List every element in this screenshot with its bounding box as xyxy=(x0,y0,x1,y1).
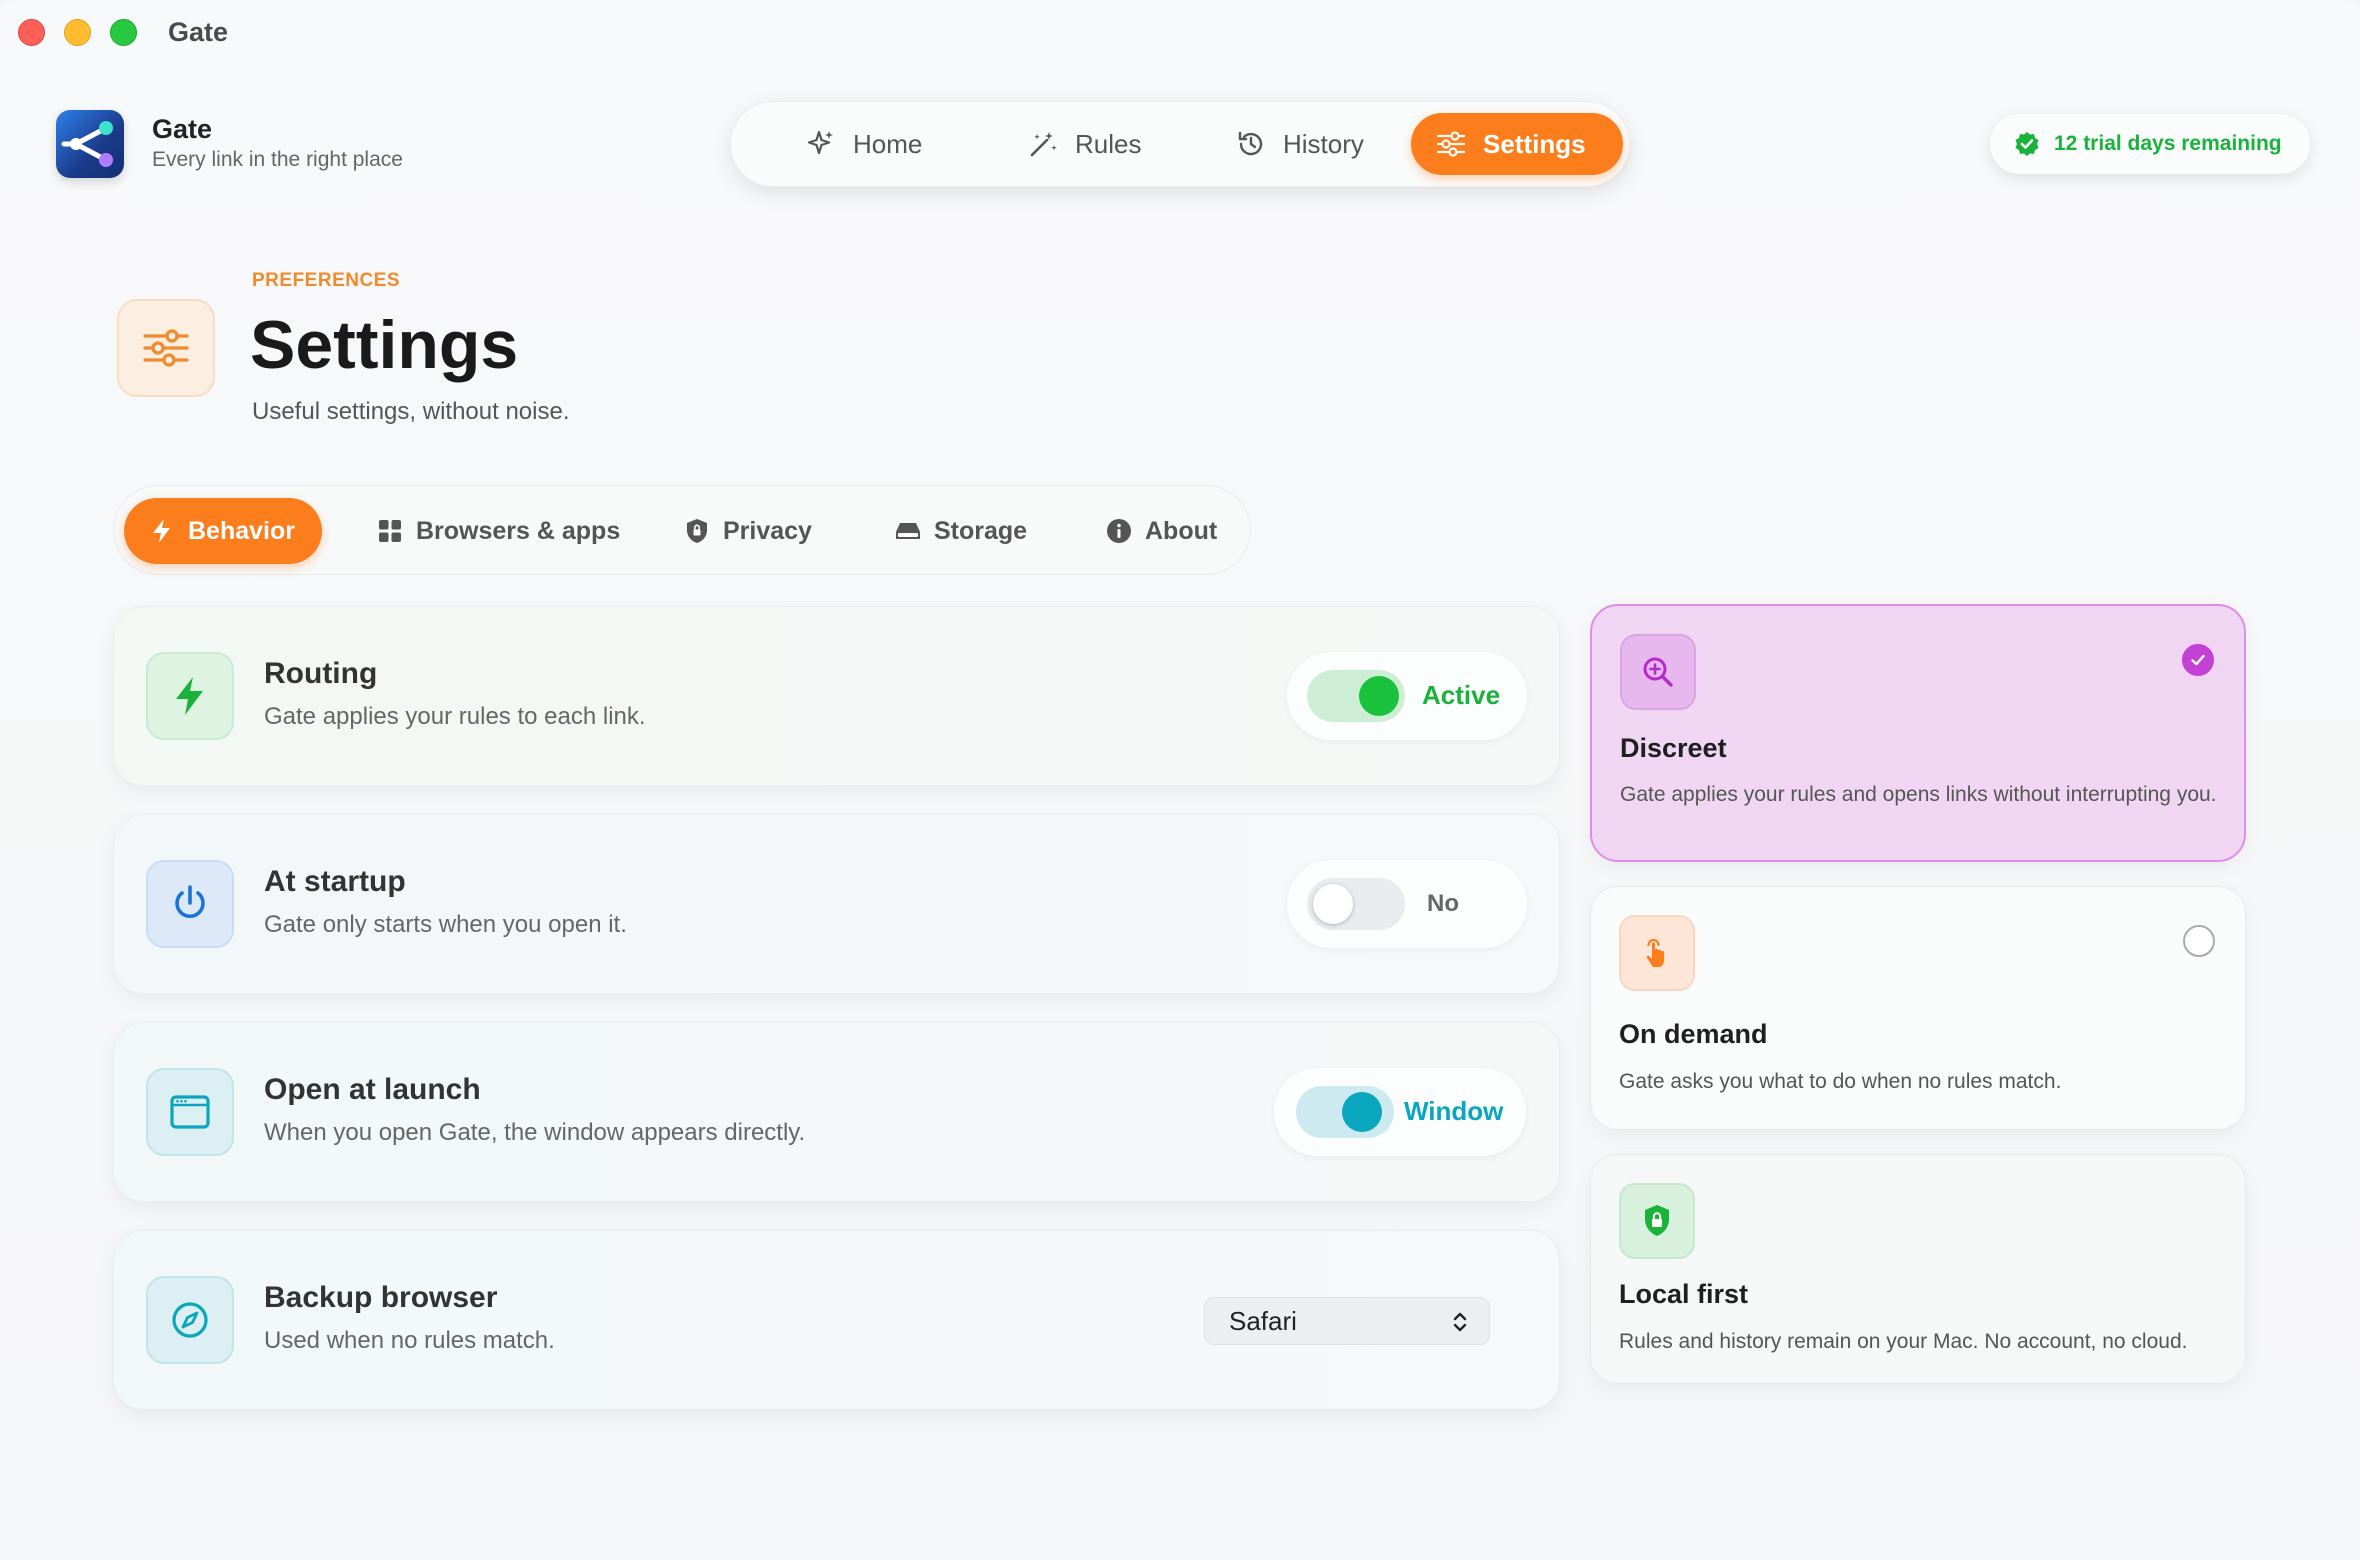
setting-description: Used when no rules match. xyxy=(264,1327,555,1354)
nav-settings-label: Settings xyxy=(1483,128,1586,159)
setting-description: When you open Gate, the window appears d… xyxy=(264,1119,806,1146)
nav-home-label: Home xyxy=(853,128,923,159)
bolt-icon xyxy=(176,677,203,715)
chevron-updown-icon xyxy=(1453,1312,1467,1332)
launch-toggle-group: Window xyxy=(1274,1068,1526,1156)
startup-icon-tile xyxy=(146,860,234,948)
history-icon xyxy=(1238,131,1263,156)
tab-privacy-label: Privacy xyxy=(723,516,812,545)
setting-description: Gate only starts when you open it. xyxy=(264,911,627,938)
setting-open-at-launch: Open at launch When you open Gate, the w… xyxy=(113,1022,1560,1202)
tab-storage-label: Storage xyxy=(934,516,1028,545)
drive-icon xyxy=(896,523,920,539)
tab-behavior-label: Behavior xyxy=(188,516,295,545)
page-eyebrow: PREFERENCES xyxy=(252,270,401,291)
discreet-icon-tile xyxy=(1620,634,1696,710)
trial-badge[interactable]: 12 trial days remaining xyxy=(1990,114,2310,174)
startup-toggle-group: No xyxy=(1287,860,1527,948)
mode-title: Local first xyxy=(1619,1279,1749,1309)
settings-page-icon xyxy=(117,299,215,397)
brand-name: Gate xyxy=(152,114,213,144)
power-icon xyxy=(175,885,205,919)
on-demand-radio[interactable] xyxy=(2183,925,2215,957)
routing-icon-tile xyxy=(146,652,234,740)
routing-toggle[interactable] xyxy=(1307,670,1405,722)
backup-browser-select[interactable]: Safari xyxy=(1204,1297,1490,1345)
magic-wand-icon xyxy=(1030,132,1057,157)
trial-label: 12 trial days remaining xyxy=(2054,132,2282,155)
backup-browser-icon-tile xyxy=(146,1276,234,1364)
share-nodes-icon xyxy=(61,121,113,167)
mode-description: Gate applies your rules and opens links … xyxy=(1620,783,2217,806)
setting-description: Gate applies your rules to each link. xyxy=(264,703,646,730)
startup-state-label: No xyxy=(1427,890,1459,917)
grid-icon xyxy=(379,520,401,542)
title-bar: Gate xyxy=(0,0,2360,64)
setting-title: Open at launch xyxy=(264,1073,481,1106)
sliders-icon xyxy=(1436,131,1466,157)
mode-description: Rules and history remain on your Mac. No… xyxy=(1619,1330,2188,1353)
startup-toggle[interactable] xyxy=(1307,878,1405,930)
verified-check-icon xyxy=(2015,132,2039,156)
setting-title: Routing xyxy=(264,657,378,690)
nav-settings[interactable]: Settings xyxy=(1411,113,1623,175)
bolt-icon xyxy=(153,519,170,543)
discreet-radio[interactable] xyxy=(2182,644,2214,676)
setting-at-startup: At startup Gate only starts when you ope… xyxy=(113,814,1560,994)
main-nav: Home Rules History Settings xyxy=(730,101,1630,187)
app-window: Gate Gate Every link in the right place … xyxy=(0,0,2360,1560)
mode-discreet[interactable]: Discreet Gate applies your rules and ope… xyxy=(1590,604,2246,862)
launch-state-label: Window xyxy=(1404,1096,1504,1126)
window-title: Gate xyxy=(168,17,229,47)
shield-icon xyxy=(687,519,707,543)
info-local-first: Local first Rules and history remain on … xyxy=(1590,1154,2246,1384)
zoom-in-icon xyxy=(1643,657,1673,687)
sparkles-icon xyxy=(807,130,833,155)
compass-icon xyxy=(172,1302,208,1338)
setting-routing: Routing Gate applies your rules to each … xyxy=(113,606,1560,786)
nav-rules[interactable]: Rules xyxy=(1003,113,1165,175)
nav-history-label: History xyxy=(1283,128,1364,159)
tab-behavior[interactable]: Behavior xyxy=(124,498,322,564)
brand-tagline: Every link in the right place xyxy=(152,148,403,171)
settings-tabs: Behavior Browsers & apps Privacy Storage… xyxy=(113,485,1251,575)
mode-description: Gate asks you what to do when no rules m… xyxy=(1619,1070,2062,1093)
tab-browsers-apps-label: Browsers & apps xyxy=(416,516,621,545)
routing-state-label: Active xyxy=(1422,680,1501,710)
launch-icon-tile xyxy=(146,1068,234,1156)
minimize-window-button[interactable] xyxy=(64,19,91,46)
setting-backup-browser: Backup browser Used when no rules match.… xyxy=(113,1230,1560,1410)
info-icon xyxy=(1107,519,1131,543)
launch-toggle[interactable] xyxy=(1296,1086,1394,1138)
nav-home[interactable]: Home xyxy=(781,113,946,175)
mode-title: On demand xyxy=(1619,1019,1768,1049)
sliders-icon xyxy=(143,329,189,367)
setting-title: Backup browser xyxy=(264,1281,498,1314)
tab-about-label: About xyxy=(1145,516,1218,545)
window-icon xyxy=(170,1095,210,1129)
on-demand-icon-tile xyxy=(1619,915,1695,991)
tab-privacy[interactable]: Privacy xyxy=(659,498,836,564)
zoom-window-button[interactable] xyxy=(110,19,137,46)
mode-on-demand[interactable]: On demand Gate asks you what to do when … xyxy=(1590,886,2246,1130)
app-logo xyxy=(56,110,124,178)
close-window-button[interactable] xyxy=(18,19,45,46)
tab-browsers-apps[interactable]: Browsers & apps xyxy=(352,498,644,564)
nav-rules-label: Rules xyxy=(1075,128,1142,159)
local-first-icon-tile xyxy=(1619,1183,1695,1259)
tab-storage[interactable]: Storage xyxy=(870,498,1051,564)
routing-toggle-group: Active xyxy=(1287,652,1527,740)
lock-shield-icon xyxy=(1645,1205,1669,1236)
nav-history[interactable]: History xyxy=(1211,113,1388,175)
tap-hand-icon xyxy=(1646,938,1664,967)
backup-browser-value: Safari xyxy=(1229,1305,1297,1336)
mode-title: Discreet xyxy=(1620,733,1727,763)
page-title: Settings xyxy=(250,307,519,383)
tab-about[interactable]: About xyxy=(1081,498,1241,564)
setting-title: At startup xyxy=(264,865,406,898)
checkmark-icon xyxy=(2191,654,2205,666)
page-subtitle: Useful settings, without noise. xyxy=(252,398,570,425)
